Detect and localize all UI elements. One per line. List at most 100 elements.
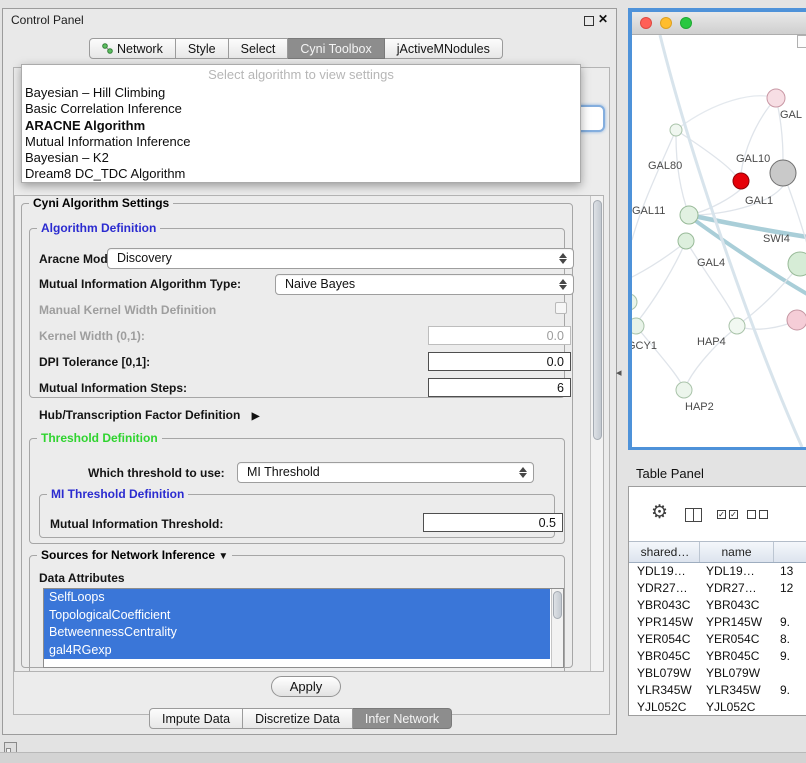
algorithm-option[interactable]: Bayesian – K2 bbox=[22, 150, 580, 166]
tab-cyni-toolbox[interactable]: Cyni Toolbox bbox=[288, 38, 384, 59]
algorithm-option[interactable]: Dream8 DC_TDC Algorithm bbox=[22, 166, 580, 182]
network-node[interactable] bbox=[670, 124, 682, 136]
apply-button[interactable]: Apply bbox=[271, 676, 341, 697]
table-cell: 9. bbox=[774, 614, 806, 631]
network-node[interactable] bbox=[787, 310, 806, 330]
table-row[interactable]: YBR045CYBR045C9. bbox=[629, 648, 806, 665]
tab-label: Impute Data bbox=[162, 709, 230, 729]
network-view-window: GAL80GAL10GALGAL11GAL1SWI4GAL4GCY1HAP4HA… bbox=[628, 8, 806, 450]
splitter-collapse-arrow[interactable]: ◂ bbox=[616, 366, 622, 379]
network-icon bbox=[102, 43, 113, 54]
unselect-all-icon[interactable] bbox=[747, 510, 768, 519]
table-row[interactable]: YDL19…YDL19…13 bbox=[629, 563, 806, 580]
table-cell: YDR27… bbox=[700, 580, 774, 597]
control-panel-window: Control Panel ✕ NetworkStyleSelectCyni T… bbox=[2, 8, 617, 735]
table-cell bbox=[774, 699, 806, 716]
table-cell: YDR27… bbox=[631, 580, 700, 597]
network-node[interactable] bbox=[770, 160, 796, 186]
dpi-tolerance-field[interactable]: 0.0 bbox=[428, 352, 571, 371]
table-body: YDL19…YDL19…13YDR27…YDR27…12YBR043CYBR04… bbox=[629, 563, 806, 716]
list-scrollbar-thumb[interactable] bbox=[553, 591, 562, 619]
data-attributes-list[interactable]: SelfLoopsTopologicalCoefficientBetweenne… bbox=[43, 588, 564, 668]
table-cell: YBR045C bbox=[631, 648, 700, 665]
table-row[interactable]: YBL079WYBL079W bbox=[629, 665, 806, 682]
mi-type-select[interactable]: Naive Bayes bbox=[275, 274, 574, 295]
table-row[interactable]: YER054CYER054C8. bbox=[629, 631, 806, 648]
network-node[interactable] bbox=[678, 233, 694, 249]
algorithm-option[interactable]: Basic Correlation Inference bbox=[22, 101, 580, 117]
data-attribute-item[interactable]: gal4RGexp bbox=[44, 642, 550, 660]
data-attribute-item[interactable]: SelfLoops bbox=[44, 589, 550, 607]
table-row[interactable]: YJL052CYJL052C bbox=[629, 699, 806, 716]
tab-discretize-data[interactable]: Discretize Data bbox=[243, 708, 353, 729]
close-traffic-light[interactable] bbox=[640, 17, 652, 29]
select-all-icon[interactable]: ✓ ✓ bbox=[717, 510, 738, 519]
hub-section-header[interactable]: Hub/Transcription Factor Definition ▶ bbox=[39, 408, 259, 422]
aracne-mode-select[interactable]: Discovery bbox=[107, 248, 574, 269]
network-window-titlebar[interactable] bbox=[632, 12, 806, 35]
node-label: GAL bbox=[780, 109, 802, 121]
network-edge bbox=[632, 245, 682, 277]
table-row[interactable]: YPR145WYPR145W9. bbox=[629, 614, 806, 631]
algorithm-option[interactable]: Bayesian – Hill Climbing bbox=[22, 85, 580, 101]
columns-icon-divider bbox=[693, 509, 694, 521]
column-header[interactable] bbox=[774, 542, 806, 562]
tab-impute-data[interactable]: Impute Data bbox=[149, 708, 243, 729]
gear-icon[interactable]: ⚙ bbox=[651, 503, 668, 522]
table-row[interactable]: YBR043CYBR043C bbox=[629, 597, 806, 614]
network-canvas[interactable]: GAL80GAL10GALGAL11GAL1SWI4GAL4GCY1HAP4HA… bbox=[632, 35, 806, 447]
close-icon[interactable]: ✕ bbox=[598, 12, 608, 26]
columns-icon[interactable] bbox=[685, 508, 702, 522]
tab-jactivemnodules[interactable]: jActiveMNodules bbox=[385, 38, 503, 59]
algorithm-definition-title: Algorithm Definition bbox=[37, 221, 160, 235]
list-scrollbar[interactable] bbox=[551, 589, 563, 667]
settings-scrollbar[interactable] bbox=[590, 196, 603, 671]
tab-label: Cyni Toolbox bbox=[300, 39, 371, 59]
network-graph[interactable]: GAL80GAL10GALGAL11GAL1SWI4GAL4GCY1HAP4HA… bbox=[632, 35, 806, 447]
network-node[interactable] bbox=[632, 318, 644, 334]
network-node[interactable] bbox=[733, 173, 749, 189]
network-node[interactable] bbox=[729, 318, 745, 334]
network-node[interactable] bbox=[767, 89, 785, 107]
data-attribute-item[interactable]: BetweennessCentrality bbox=[44, 624, 550, 642]
table-row[interactable]: YDR27…YDR27…12 bbox=[629, 580, 806, 597]
network-node[interactable] bbox=[680, 206, 698, 224]
tab-infer-network[interactable]: Infer Network bbox=[353, 708, 452, 729]
table-cell: 12 bbox=[774, 580, 806, 597]
checked-box-icon: ✓ bbox=[717, 510, 726, 519]
tab-label: jActiveMNodules bbox=[397, 39, 490, 59]
column-header[interactable]: shared… bbox=[631, 542, 700, 562]
mi-steps-field[interactable]: 6 bbox=[428, 378, 571, 397]
network-node[interactable] bbox=[788, 252, 806, 276]
tab-network[interactable]: Network bbox=[89, 38, 176, 59]
tab-select[interactable]: Select bbox=[229, 38, 289, 59]
tab-label: Infer Network bbox=[365, 709, 439, 729]
tab-label: Network bbox=[117, 39, 163, 59]
manual-kernel-label: Manual Kernel Width Definition bbox=[39, 303, 216, 317]
kernel-width-field[interactable]: 0.0 bbox=[428, 326, 571, 345]
sources-group-title[interactable]: Sources for Network Inference ▼ bbox=[37, 548, 232, 564]
float-window-icon[interactable] bbox=[584, 16, 594, 26]
table-row[interactable]: YLR345WYLR345W9. bbox=[629, 682, 806, 699]
table-cell bbox=[774, 597, 806, 614]
tab-style[interactable]: Style bbox=[176, 38, 229, 59]
which-threshold-select[interactable]: MI Threshold bbox=[237, 462, 534, 483]
settings-scrollbar-thumb[interactable] bbox=[593, 200, 602, 440]
zoom-traffic-light[interactable] bbox=[680, 17, 692, 29]
control-panel-tabbar: Network StyleSelect Cyni Toolbox jActiveMNo… bbox=[89, 38, 503, 59]
table-cell: YER054C bbox=[631, 631, 700, 648]
network-node[interactable] bbox=[632, 294, 637, 310]
network-node[interactable] bbox=[676, 382, 692, 398]
mi-threshold-field[interactable]: 0.5 bbox=[423, 513, 563, 532]
data-attribute-item[interactable]: TopologicalCoefficient bbox=[44, 607, 550, 625]
algorithm-option[interactable]: Mutual Information Inference bbox=[22, 134, 580, 150]
table-cell: 9. bbox=[774, 682, 806, 699]
algorithm-option[interactable]: ARACNE Algorithm bbox=[22, 118, 580, 134]
tab-label: Discretize Data bbox=[255, 709, 340, 729]
column-header[interactable]: name bbox=[700, 542, 774, 562]
settings-scrollpane: Cyni Algorithm Settings Algorithm Defini… bbox=[14, 195, 604, 672]
mi-steps-label: Mutual Information Steps: bbox=[39, 381, 187, 395]
network-edge bbox=[676, 136, 689, 215]
minimize-traffic-light[interactable] bbox=[660, 17, 672, 29]
manual-kernel-checkbox[interactable] bbox=[555, 302, 567, 314]
